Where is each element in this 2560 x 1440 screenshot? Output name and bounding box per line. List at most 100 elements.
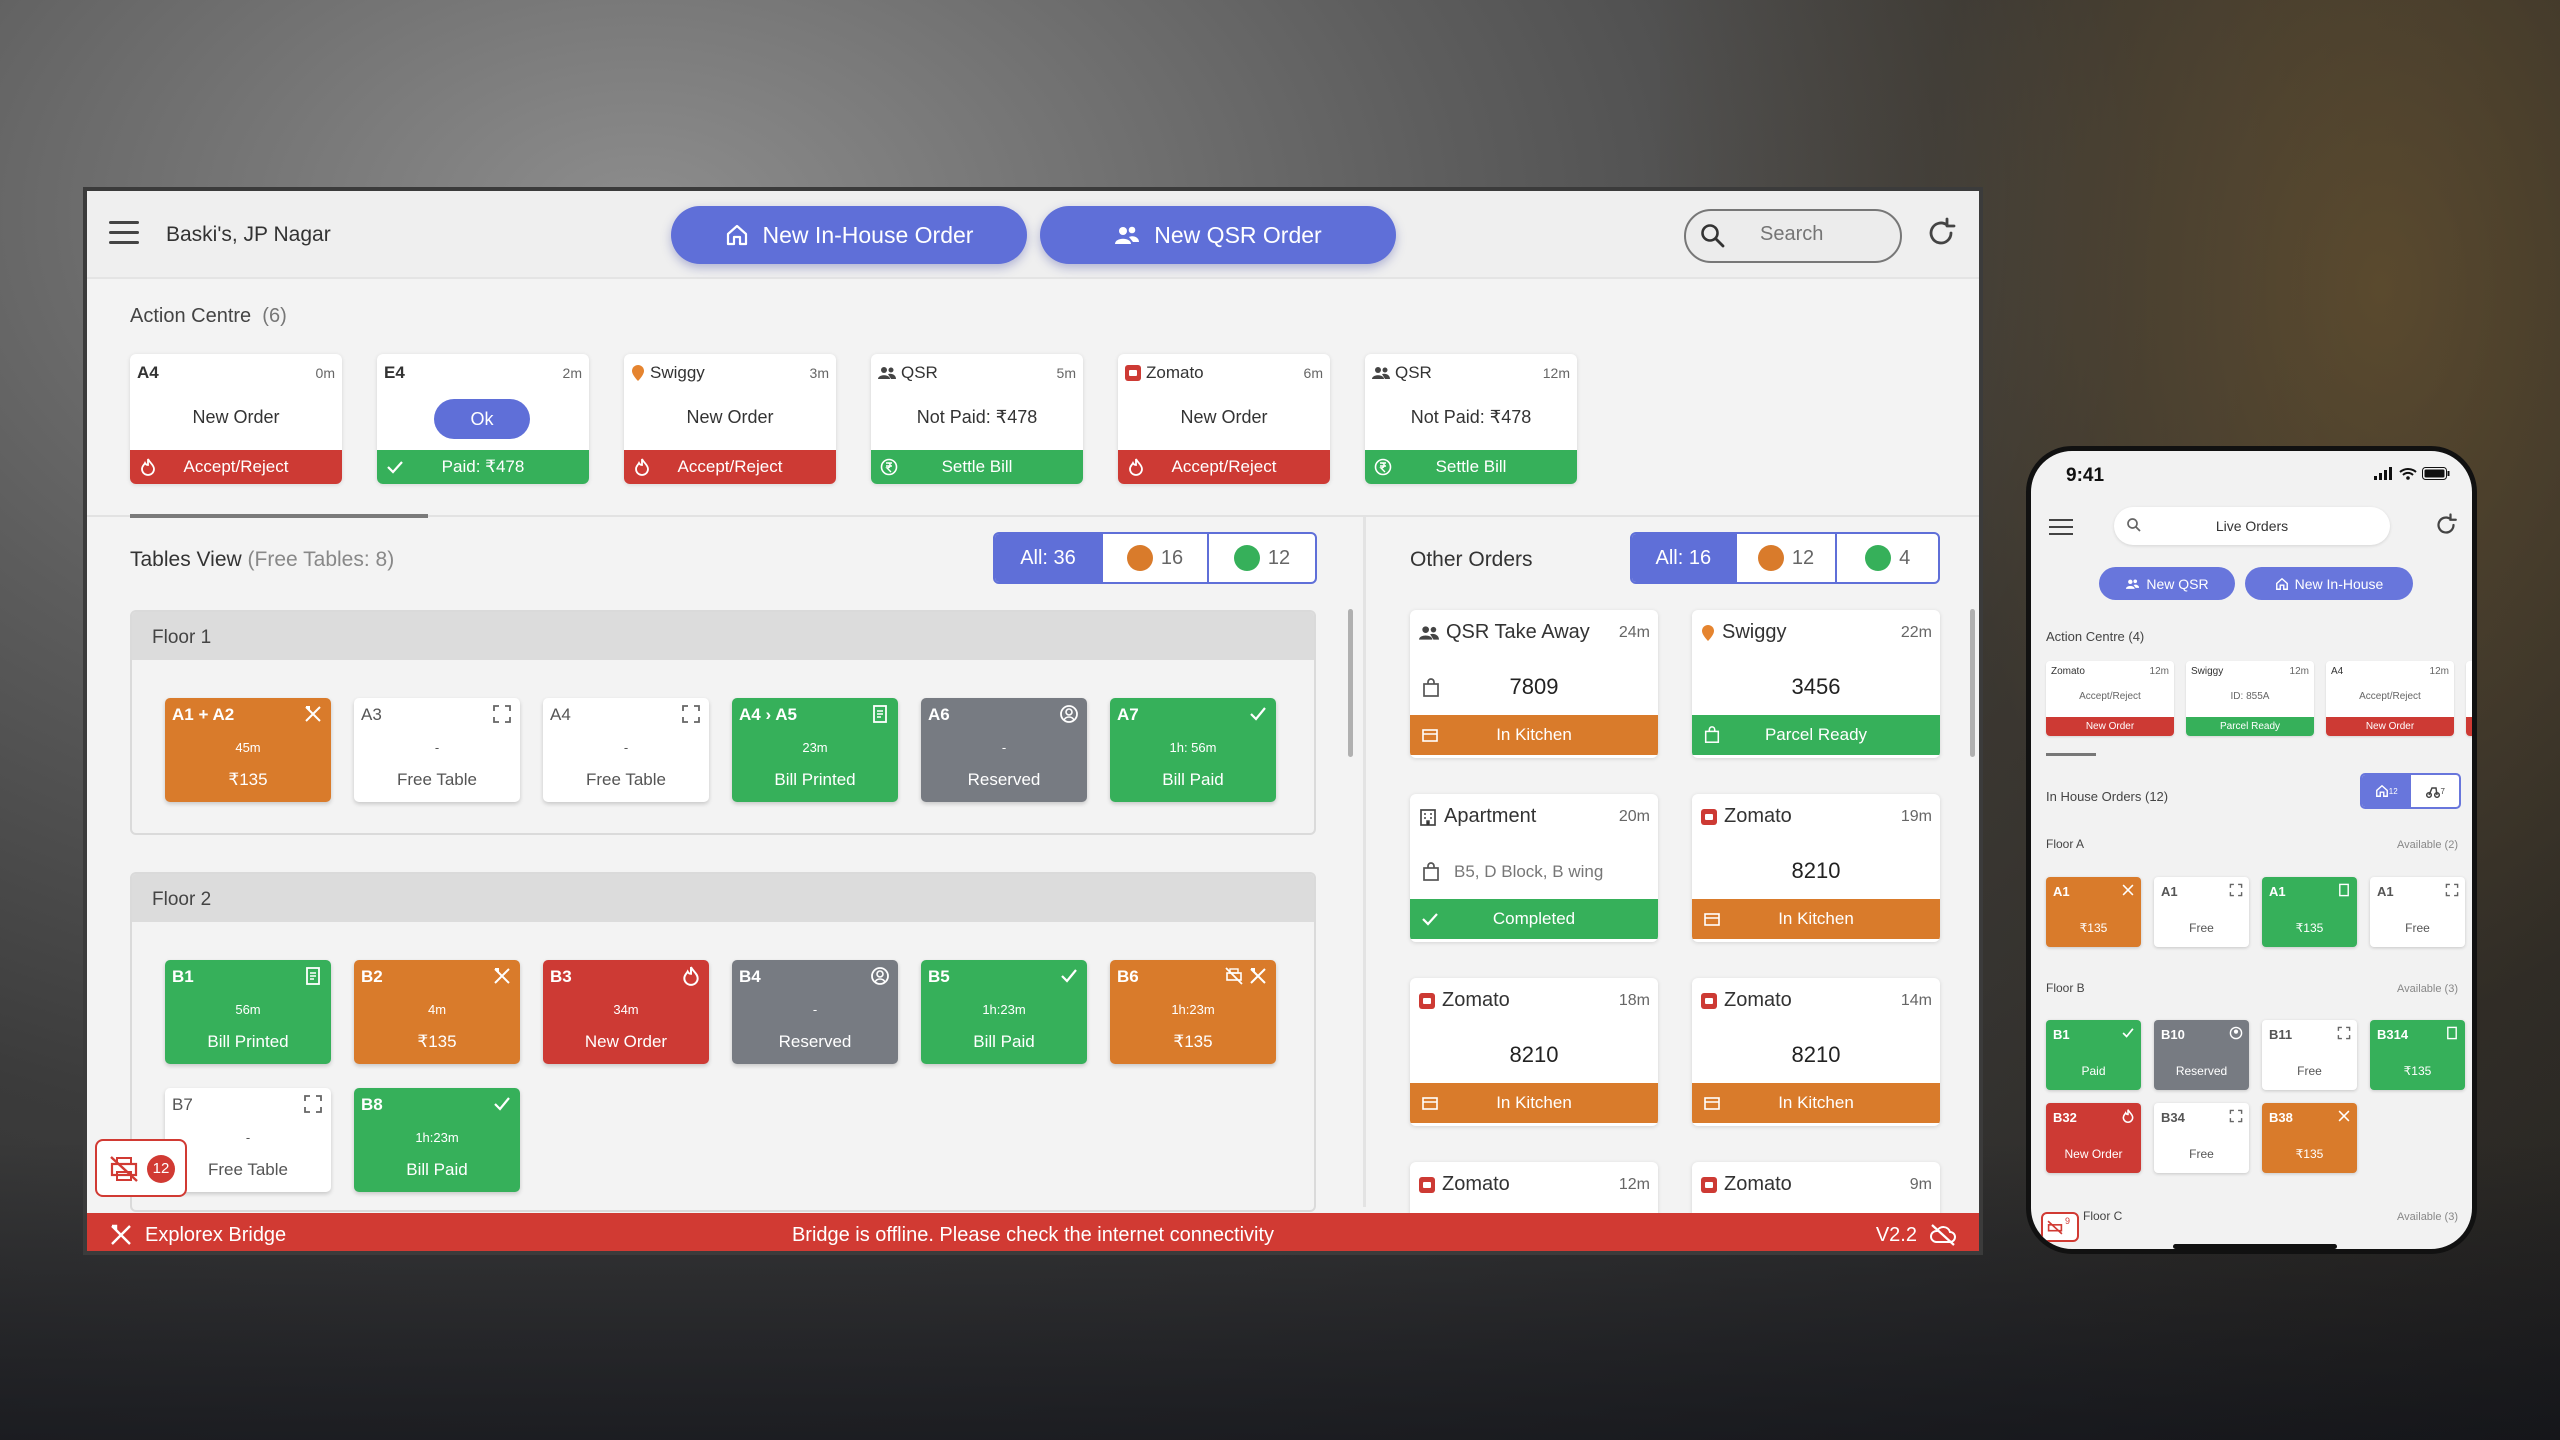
ok-button[interactable]: Ok bbox=[434, 399, 530, 439]
filter-green[interactable]: 4 bbox=[1837, 534, 1938, 582]
filter-green[interactable]: 12 bbox=[1209, 534, 1315, 582]
settle-bill-button[interactable]: Settle Bill bbox=[1365, 450, 1577, 484]
search-input[interactable] bbox=[1760, 223, 1890, 246]
order-card[interactable]: Swiggy 22m 3456 Parcel Ready bbox=[1692, 610, 1940, 758]
home-icon bbox=[2375, 784, 2388, 797]
table-card[interactable]: B1 56m Bill Printed bbox=[165, 960, 331, 1064]
action-card-name: A4 bbox=[137, 363, 159, 382]
action-card-time: 6m bbox=[1303, 365, 1323, 381]
table-card[interactable]: B3 34m New Order bbox=[543, 960, 709, 1064]
table-card[interactable]: A4 - Free Table bbox=[543, 698, 709, 802]
filter-orange[interactable]: 16 bbox=[1103, 534, 1209, 582]
table-card[interactable]: A3 - Free Table bbox=[354, 698, 520, 802]
check-icon bbox=[1422, 913, 1438, 926]
phone-action-card[interactable]: Zomato 12m Accept/Reject New Order bbox=[2046, 661, 2174, 736]
phone-action-card[interactable] bbox=[2466, 661, 2472, 736]
kitchen-icon bbox=[1422, 729, 1438, 742]
action-card[interactable]: QSR 12m Not Paid: ₹478 Settle Bill bbox=[1365, 354, 1577, 484]
phone-scroll-indicator bbox=[2046, 753, 2096, 756]
table-card[interactable]: A7 1h: 56m Bill Paid bbox=[1110, 698, 1276, 802]
accept-reject-button[interactable]: Accept/Reject bbox=[1118, 450, 1330, 484]
table-card[interactable]: A1 + A2 45m ₹135 bbox=[165, 698, 331, 802]
phone-view-toggle[interactable]: 12 7 bbox=[2360, 773, 2461, 809]
action-card-name: Zomato bbox=[1125, 363, 1204, 383]
green-dot bbox=[1865, 545, 1892, 571]
hamburger-menu-icon[interactable] bbox=[109, 221, 139, 249]
phone-table-card[interactable]: B314 ₹135 bbox=[2370, 1020, 2465, 1090]
printer-status-button[interactable]: 12 bbox=[95, 1139, 187, 1197]
table-card[interactable]: A6 - Reserved bbox=[921, 698, 1087, 802]
search-icon bbox=[1701, 224, 1725, 248]
accept-reject-button[interactable]: Accept/Reject bbox=[130, 450, 342, 484]
table-card[interactable]: B7 - Free Table bbox=[165, 1088, 331, 1192]
phone-table-card[interactable]: B32 New Order bbox=[2046, 1103, 2141, 1173]
search-box[interactable] bbox=[1684, 209, 1902, 263]
tables-scrollbar[interactable] bbox=[1348, 609, 1353, 757]
phone-table-card[interactable]: B38 ₹135 bbox=[2262, 1103, 2357, 1173]
phone-action-card[interactable]: A4 12m Accept/Reject New Order bbox=[2326, 661, 2454, 736]
phone-action-card[interactable]: Swiggy 12m ID: 855A Parcel Ready bbox=[2186, 661, 2314, 736]
phone-floor-c-available: Available (3) bbox=[2397, 1211, 2458, 1223]
table-card[interactable]: B8 1h:23m Bill Paid bbox=[354, 1088, 520, 1192]
printer-off-icon bbox=[110, 1156, 138, 1182]
new-inhouse-button[interactable]: New In-House bbox=[2245, 567, 2413, 600]
action-card-status: Not Paid: ₹478 bbox=[1410, 407, 1532, 427]
action-card[interactable]: QSR 5m Not Paid: ₹478 Settle Bill bbox=[871, 354, 1083, 484]
toggle-other[interactable]: 7 bbox=[2411, 775, 2460, 807]
filter-all[interactable]: All: 36 bbox=[995, 534, 1103, 582]
phone-floor-c: Floor C bbox=[2083, 1209, 2123, 1223]
action-card[interactable]: Zomato 6m New Order Accept/Reject bbox=[1118, 354, 1330, 484]
phone-table-card[interactable]: B11 Free bbox=[2262, 1020, 2357, 1090]
new-qsr-order-button[interactable]: New QSR Order bbox=[1040, 206, 1396, 264]
orders-scrollbar[interactable] bbox=[1970, 609, 1975, 757]
scroll-indicator[interactable] bbox=[130, 514, 428, 518]
toggle-inhouse[interactable]: 12 bbox=[2362, 775, 2411, 807]
cutlery-icon bbox=[494, 968, 510, 984]
phone-table-card[interactable]: A1 Free bbox=[2154, 877, 2249, 947]
bag-icon bbox=[1423, 862, 1439, 881]
table-card[interactable]: A4 › A5 23m Bill Printed bbox=[732, 698, 898, 802]
order-card[interactable]: Zomato 19m 8210 In Kitchen bbox=[1692, 794, 1940, 942]
order-card[interactable]: Zomato 18m 8210 In Kitchen bbox=[1410, 978, 1658, 1126]
flame-icon bbox=[141, 458, 155, 476]
flame-icon bbox=[635, 458, 649, 476]
filter-orange[interactable]: 12 bbox=[1737, 534, 1838, 582]
tables-view-title: Tables View (Free Tables: 8) bbox=[130, 548, 395, 571]
check-icon bbox=[2122, 1028, 2134, 1038]
orders-filter[interactable]: All: 16 12 4 bbox=[1630, 532, 1940, 584]
live-orders-search[interactable]: Live Orders bbox=[2114, 507, 2390, 545]
new-qsr-button[interactable]: New QSR bbox=[2099, 567, 2235, 600]
phone-floor-b: Floor B bbox=[2046, 981, 2085, 995]
action-card[interactable]: A4 0m New Order Accept/Reject bbox=[130, 354, 342, 484]
phone-table-card[interactable]: A1 Free bbox=[2370, 877, 2465, 947]
tablet-app: Baski's, JP Nagar New In-House Order New… bbox=[83, 187, 1983, 1255]
action-card[interactable]: Swiggy 3m New Order Accept/Reject bbox=[624, 354, 836, 484]
table-card[interactable]: B5 1h:23m Bill Paid bbox=[921, 960, 1087, 1064]
tables-filter[interactable]: All: 36 16 12 bbox=[993, 532, 1317, 584]
phone-table-card[interactable]: B34 Free bbox=[2154, 1103, 2249, 1173]
phone-table-card[interactable]: B1 Paid bbox=[2046, 1020, 2141, 1090]
cutlery-icon bbox=[2122, 884, 2134, 896]
phone-printer-status[interactable]: 9 bbox=[2041, 1212, 2079, 1242]
phone-table-card[interactable]: A1 ₹135 bbox=[2046, 877, 2141, 947]
phone-table-card[interactable]: A1 ₹135 bbox=[2262, 877, 2357, 947]
top-bar: Baski's, JP Nagar New In-House Order New… bbox=[87, 191, 1979, 279]
phone-table-card[interactable]: B10 Reserved bbox=[2154, 1020, 2249, 1090]
new-inhouse-order-button[interactable]: New In-House Order bbox=[671, 206, 1027, 264]
new-qsr-order-label: New QSR Order bbox=[1154, 221, 1322, 248]
refresh-icon[interactable] bbox=[2434, 513, 2458, 537]
order-card[interactable]: Apartment 20m B5, D Block, B wing Comple… bbox=[1410, 794, 1658, 942]
check-icon bbox=[387, 461, 403, 474]
person-icon bbox=[1060, 705, 1078, 723]
order-card[interactable]: QSR Take Away 24m 7809 In Kitchen bbox=[1410, 610, 1658, 758]
action-card[interactable]: E4 2m Ok Paid: ₹478 bbox=[377, 354, 589, 484]
settle-bill-button[interactable]: Settle Bill bbox=[871, 450, 1083, 484]
accept-reject-button[interactable]: Accept/Reject bbox=[624, 450, 836, 484]
refresh-icon[interactable] bbox=[1925, 217, 1957, 249]
table-card[interactable]: B4 - Reserved bbox=[732, 960, 898, 1064]
table-card[interactable]: B2 4m ₹135 bbox=[354, 960, 520, 1064]
filter-all[interactable]: All: 16 bbox=[1632, 534, 1737, 582]
hamburger-menu-icon[interactable] bbox=[2049, 519, 2073, 540]
table-card[interactable]: B6 1h:23m ₹135 bbox=[1110, 960, 1276, 1064]
order-card[interactable]: Zomato 14m 8210 In Kitchen bbox=[1692, 978, 1940, 1126]
